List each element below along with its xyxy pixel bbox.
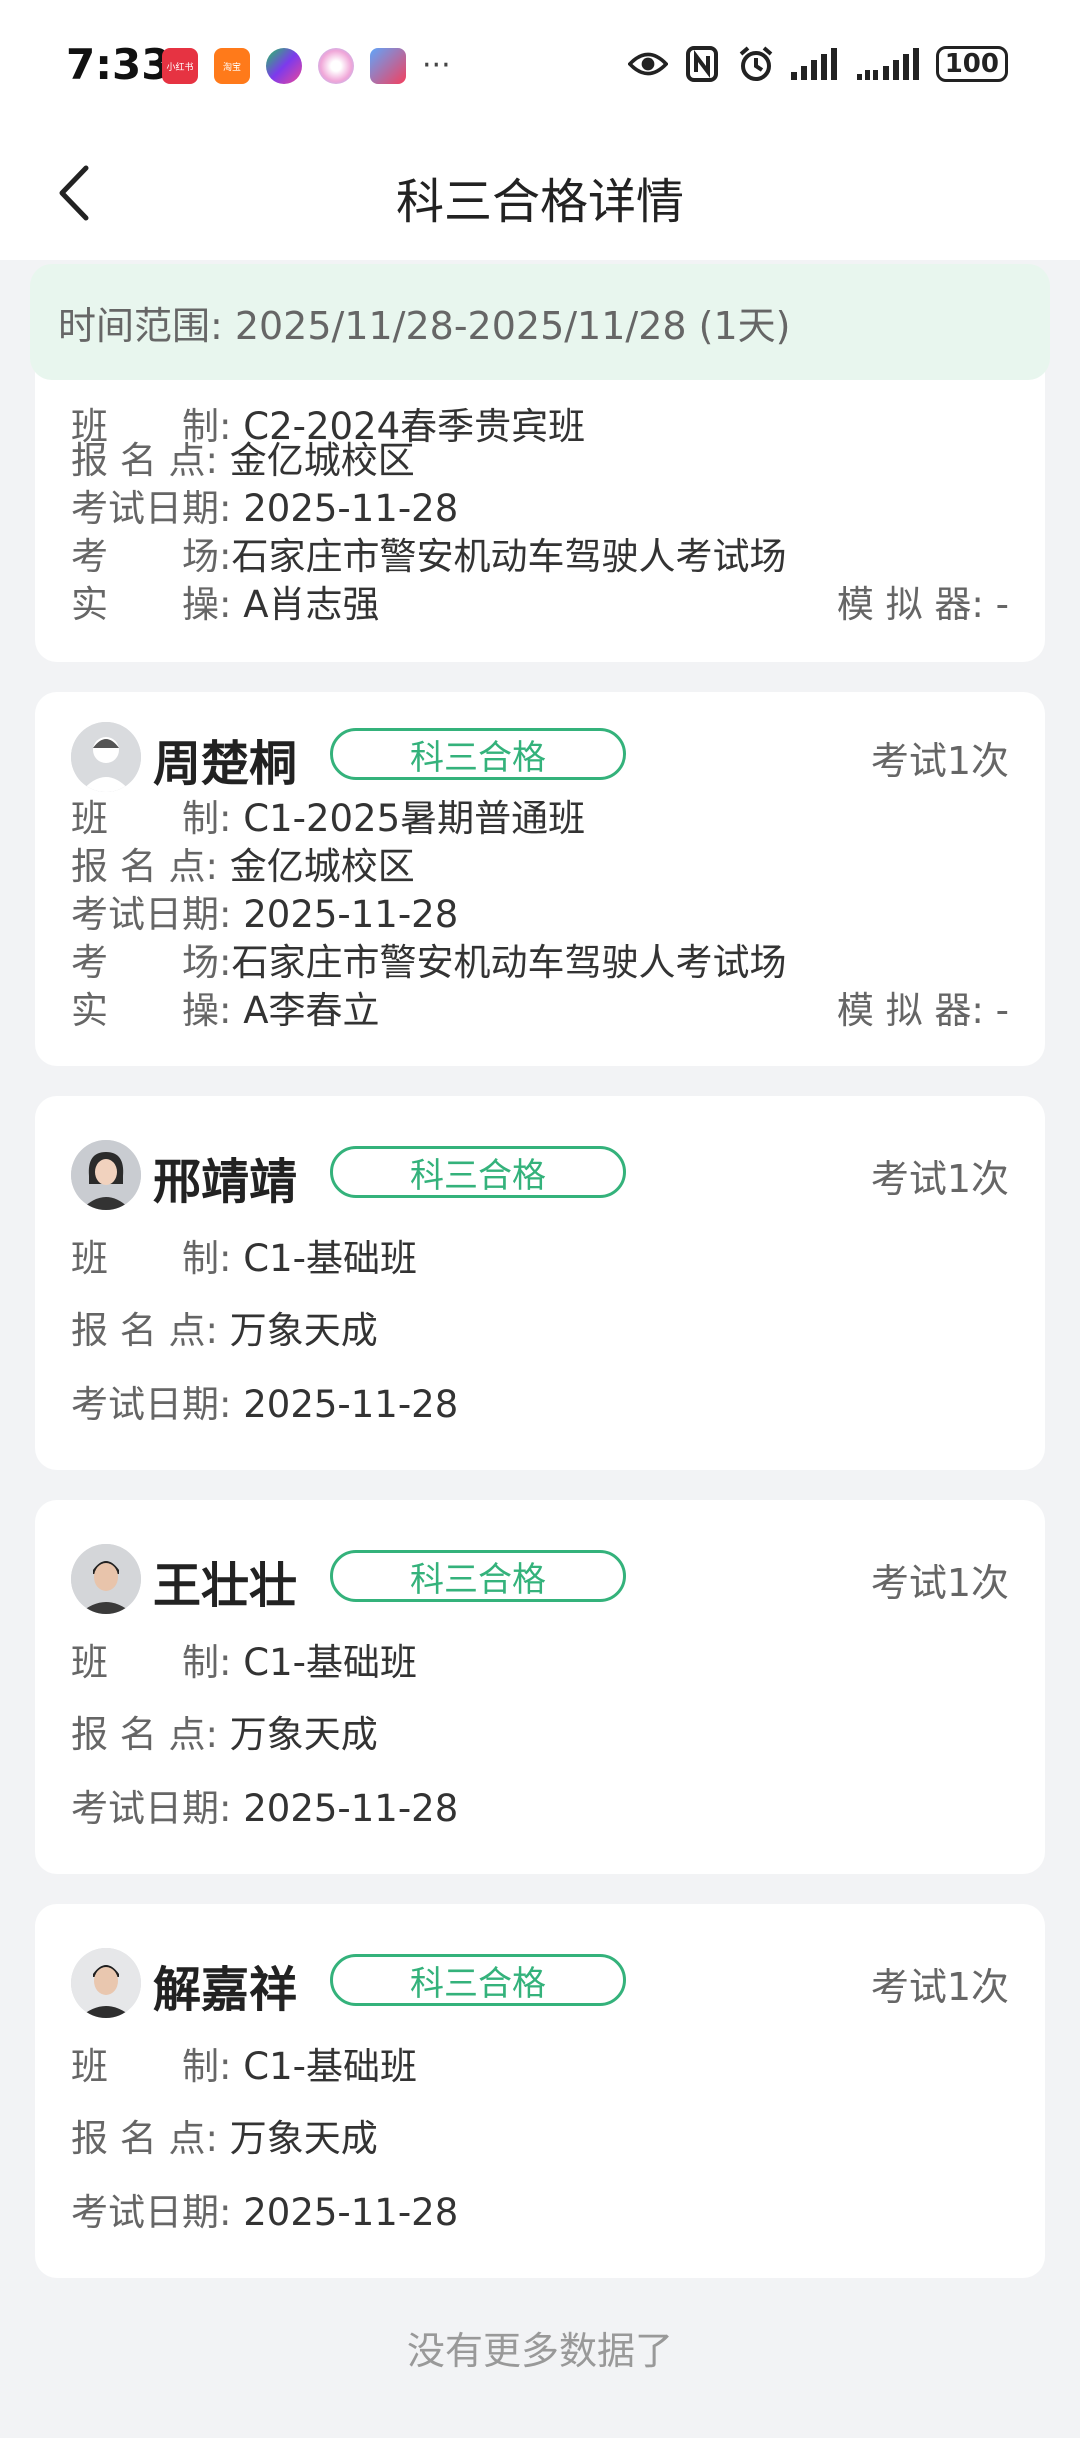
venue-row: 考 场:石家庄市警安机动车驾驶人考试场 <box>71 941 787 984</box>
student-card[interactable]: 王壮壮 科三合格 考试1次 班 制: C1-基础班 报 名 点: 万象天成 考试… <box>35 1500 1045 1874</box>
site-row: 报 名 点: 万象天成 <box>71 1713 378 1756</box>
date-row: 考试日期: 2025-11-28 <box>71 893 459 936</box>
nav-header: 科三合格详情 <box>0 130 1080 260</box>
exam-count: 考试1次 <box>870 1157 1009 1201</box>
avatar <box>71 722 141 792</box>
status-badge: 科三合格 <box>330 1954 626 2006</box>
class-row: 班 制: C1-基础班 <box>71 1641 417 1684</box>
alarm-icon <box>736 44 776 84</box>
exam-count: 考试1次 <box>870 1965 1009 2009</box>
end-of-list-text: 没有更多数据了 <box>406 2329 673 2373</box>
venue-row: 考 场:石家庄市警安机动车驾驶人考试场 <box>71 535 787 578</box>
eye-icon <box>627 44 668 84</box>
date-row: 考试日期: 2025-11-28 <box>71 487 459 530</box>
status-badge: 科三合格 <box>330 1146 626 1198</box>
student-name: 邢靖靖 <box>153 1154 298 1210</box>
class-row: 班 制: C1-基础班 <box>71 2045 417 2088</box>
date-row: 考试日期: 2025-11-28 <box>71 1787 459 1830</box>
student-card[interactable]: 周楚桐 科三合格 考试1次 班 制: C1-2025暑期普通班 报 名 点: 金… <box>35 692 1045 1066</box>
xiaohongshu-icon: 小红书 <box>162 48 198 84</box>
avatar <box>71 1544 141 1614</box>
site-row: 报 名 点: 万象天成 <box>71 1309 378 1352</box>
status-time: 7:33 <box>66 40 171 89</box>
exam-count: 考试1次 <box>870 1561 1009 1605</box>
student-name: 王壮壮 <box>153 1558 298 1614</box>
student-name: 解嘉祥 <box>153 1962 298 2018</box>
game-icon <box>266 48 302 84</box>
more-notifications-icon: ··· <box>422 48 451 83</box>
nfc-icon <box>682 44 722 84</box>
page-title: 科三合格详情 <box>395 174 684 230</box>
class-row: 班 制: C1-基础班 <box>71 1237 417 1280</box>
class-row: 班 制: C1-2025暑期普通班 <box>71 797 586 840</box>
coach-row: 实 操: A李春立 <box>71 989 380 1032</box>
site-row: 报 名 点: 万象天成 <box>71 2117 378 2160</box>
date-range-banner[interactable]: 时间范围: 2025/11/28-2025/11/28 (1天) <box>30 264 1050 380</box>
assistant-icon <box>318 48 354 84</box>
avatar <box>71 1948 141 2018</box>
status-badge: 科三合格 <box>330 728 626 780</box>
signal-2-icon <box>856 44 922 84</box>
student-card[interactable]: 解嘉祥 科三合格 考试1次 班 制: C1-基础班 报 名 点: 万象天成 考试… <box>35 1904 1045 2278</box>
simulator-row: 模 拟 器: - <box>836 583 1009 626</box>
date-range-label: 时间范围: <box>58 303 223 348</box>
top-bar: 7:33 小红书 淘宝 ··· 100 科三合格详情 <box>0 0 1080 260</box>
status-badge: 科三合格 <box>330 1550 626 1602</box>
exam-count: 考试1次 <box>870 739 1009 783</box>
avatar <box>71 1140 141 1210</box>
battery-level: 100 <box>944 49 999 79</box>
student-name: 周楚桐 <box>153 736 298 792</box>
browser-icon <box>370 48 406 84</box>
notification-icons: 小红书 淘宝 ··· <box>162 48 451 84</box>
site-row: 报 名 点: 金亿城校区 <box>71 845 415 888</box>
date-range-value: 2025/11/28-2025/11/28 (1天) <box>234 303 791 348</box>
signal-icon <box>790 44 842 84</box>
taobao-icon: 淘宝 <box>214 48 250 84</box>
date-row: 考试日期: 2025-11-28 <box>71 1383 459 1426</box>
date-row: 考试日期: 2025-11-28 <box>71 2191 459 2234</box>
coach-row: 实 操: A肖志强 <box>71 583 380 626</box>
student-card[interactable]: 邢靖靖 科三合格 考试1次 班 制: C1-基础班 报 名 点: 万象天成 考试… <box>35 1096 1045 1470</box>
site-row: 报 名 点: 金亿城校区 <box>71 439 415 482</box>
system-icons: 100 <box>627 44 1008 84</box>
student-card[interactable]: 班 制: C2-2024春季贵宾班 报 名 点: 金亿城校区 考试日期: 202… <box>35 340 1045 662</box>
battery-icon: 100 <box>935 46 1008 82</box>
status-bar: 7:33 小红书 淘宝 ··· 100 <box>0 0 1080 130</box>
simulator-row: 模 拟 器: - <box>836 989 1009 1032</box>
